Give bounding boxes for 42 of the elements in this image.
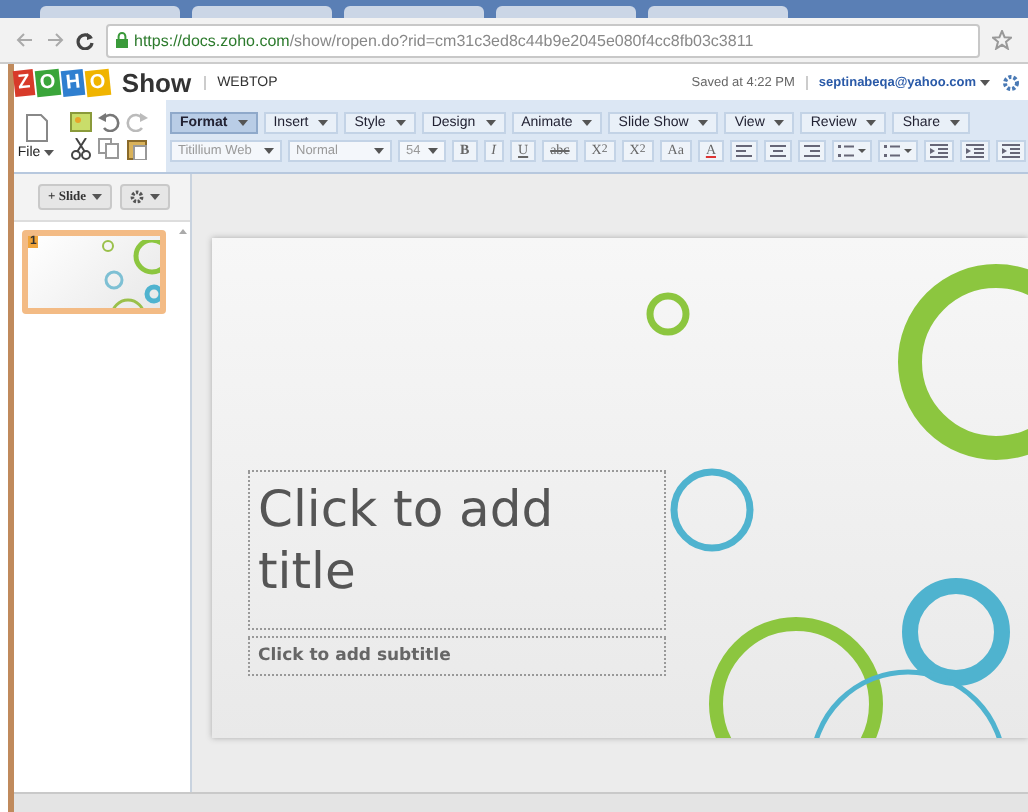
app-logo: Z O H O: [14, 69, 110, 95]
lock-icon: [116, 32, 128, 48]
caret-icon: [150, 194, 161, 200]
reload-icon[interactable]: [76, 31, 94, 49]
undo-icon[interactable]: [98, 112, 120, 132]
caret-icon: [582, 119, 593, 125]
outdent-icon[interactable]: [924, 139, 954, 161]
bullet-list-icon[interactable]: [832, 139, 872, 161]
caret-icon: [395, 119, 406, 125]
address-field[interactable]: https://docs.zoho.com/show/ropen.do?rid=cm31c3ed8c44b9e2045e080f4cc8fb03c3811: [106, 23, 980, 57]
caret-icon: [44, 149, 55, 155]
paste-icon[interactable]: [126, 138, 148, 160]
align-left-icon[interactable]: [730, 139, 758, 161]
cut-icon[interactable]: [70, 138, 92, 160]
caret-icon: [866, 119, 877, 125]
caret-icon: [374, 147, 384, 153]
numbered-list-icon[interactable]: [878, 139, 918, 161]
caret-icon: [774, 119, 785, 125]
align-center-icon[interactable]: [764, 139, 792, 161]
caret-icon: [950, 119, 961, 125]
subtitle-placeholder[interactable]: Click to add subtitle: [248, 636, 666, 676]
document-icon: [25, 113, 47, 141]
caret-icon: [92, 194, 103, 200]
settings-icon[interactable]: [1002, 73, 1020, 91]
caret-icon: [428, 147, 438, 153]
caret-icon: [264, 147, 274, 153]
settings-button[interactable]: [120, 184, 171, 210]
app-name: Show: [121, 67, 192, 97]
caret-icon: [485, 119, 496, 125]
ring-shape: [646, 292, 690, 336]
caret-icon: [237, 119, 248, 125]
indent-icon[interactable]: [960, 139, 990, 161]
title-placeholder[interactable]: Click to add title: [248, 470, 666, 630]
settings-icon: [130, 190, 145, 204]
ring-shape: [670, 468, 754, 552]
caret-icon: [318, 119, 329, 125]
slide-preview-drawing: [100, 240, 160, 308]
caret-icon: [980, 79, 990, 85]
align-right-icon[interactable]: [798, 139, 826, 161]
caret-icon: [698, 119, 709, 125]
star-icon[interactable]: [992, 30, 1012, 50]
line-spacing-icon[interactable]: [996, 139, 1026, 161]
